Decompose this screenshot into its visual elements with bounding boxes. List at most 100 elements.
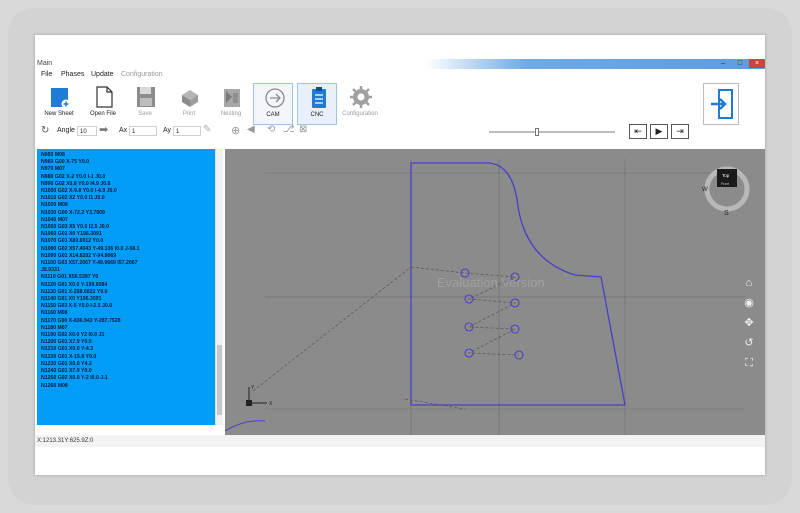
gcode-line: N960 G00 X-75 Y0.0 bbox=[41, 159, 90, 166]
clipboard-icon bbox=[312, 87, 326, 108]
pencil-icon[interactable]: ✎ bbox=[203, 124, 211, 135]
menu-phases[interactable]: Phases bbox=[61, 71, 84, 78]
axis-x-label: X bbox=[269, 401, 273, 407]
adjacent-part-outline bbox=[225, 420, 266, 432]
gcode-line: N970 M07 bbox=[41, 166, 65, 173]
zoom-extents-icon[interactable]: ⛶ bbox=[743, 357, 755, 369]
gcode-line: N1160 M08 bbox=[41, 310, 68, 317]
save-label: Save bbox=[138, 111, 152, 117]
gcode-line: N1010 G02 X2 Y0.0 I1 J0.0 bbox=[41, 195, 105, 202]
ay-input[interactable]: 1 bbox=[173, 126, 201, 136]
cursor-coordinates: X:1213.31Y:625.9Z:0 bbox=[37, 438, 94, 444]
rapid-move-1 bbox=[252, 266, 412, 392]
play-icon[interactable]: ▶ bbox=[650, 124, 668, 139]
angle-input[interactable]: 10 bbox=[77, 126, 97, 136]
evaluation-watermark: Evaluation Version bbox=[437, 275, 545, 290]
print-button[interactable]: Print bbox=[169, 83, 209, 125]
compass-west-label: W bbox=[702, 187, 708, 193]
gcode-line: N1050 G03 X5 Y0.0 I2.5 J0.0 bbox=[41, 224, 109, 231]
speed-slider-thumb[interactable] bbox=[535, 128, 540, 136]
gcode-panel[interactable]: N950 M08 N960 G00 X-75 Y0.0 N970 M07 N980 G… bbox=[37, 149, 217, 425]
rapid-move-2 bbox=[404, 398, 466, 410]
drawing-svg: Y X Evaluation Version Top Front W S bbox=[225, 159, 750, 435]
open-file-button[interactable]: Open File bbox=[83, 83, 123, 125]
angle-label: Angle bbox=[57, 127, 75, 134]
gcode-line: N1170 G00 X-836.943 Y-287.7528 bbox=[41, 317, 121, 324]
transform-toolbar: ↻ Angle 10 ➡ Ax 1 Ay 1 ✎ ⊕ ◀ ⟲ ⎇ ⊠ ⇤ ▶ ⇥ bbox=[35, 123, 765, 141]
triangle-left-icon[interactable]: ◀ bbox=[247, 124, 255, 135]
print-label: Print bbox=[182, 111, 196, 117]
ax-label: Ax bbox=[119, 127, 128, 134]
arrow-circle-icon bbox=[265, 88, 285, 108]
document-icon bbox=[96, 86, 113, 108]
arrow-right-icon[interactable]: ➡ bbox=[99, 123, 108, 136]
open-file-label: Open File bbox=[89, 111, 116, 117]
gcode-line: N1150 G03 X-5 Y0.0 I-2.5 J0.0 bbox=[41, 303, 113, 310]
gcode-line: N1210 G01 X0.0 Y-4.3 bbox=[41, 346, 94, 353]
gcode-scrollbar-thumb[interactable] bbox=[217, 345, 222, 415]
printer-icon bbox=[182, 90, 198, 107]
gcode-line: N1070 G01 X80.6912 Y0.0 bbox=[41, 238, 104, 245]
gear-icon bbox=[350, 86, 372, 108]
ax-input[interactable]: 1 bbox=[129, 126, 157, 136]
gcode-scrollbar[interactable] bbox=[215, 149, 223, 425]
gcode-line: N1200 G01 X7.9 Y0.0 bbox=[41, 339, 92, 346]
rewind-icon[interactable]: ⇤ bbox=[629, 124, 647, 139]
gcode-line: N950 M08 bbox=[41, 152, 65, 158]
gcode-line: N1260 M08 bbox=[41, 382, 68, 389]
gcode-line: N1040 M07 bbox=[41, 216, 68, 223]
gcode-line: N990 G02 X0.8 Y0.0 I4.9 J0.0 bbox=[41, 180, 111, 187]
gcode-line: J8.9331 bbox=[41, 267, 60, 274]
title-bar: Main – □ × bbox=[35, 35, 765, 69]
gcode-line: N1220 G01 X-15.8 Y0.0 bbox=[41, 353, 97, 360]
gcode-listing: N950 M08 N960 G00 X-75 Y0.0 N970 M07 N980 G… bbox=[41, 152, 199, 390]
menu-update[interactable]: Update bbox=[91, 71, 114, 78]
menu-configuration[interactable]: Configuration bbox=[121, 71, 163, 78]
cad-viewport[interactable]: Y X Evaluation Version Top Front W S ⌂ ◉… bbox=[225, 149, 765, 435]
cam-label: CAM bbox=[266, 112, 280, 118]
rotate-shape-icon[interactable]: ⟲ bbox=[267, 124, 275, 135]
exit-button[interactable] bbox=[703, 83, 739, 125]
exit-door-icon bbox=[711, 89, 733, 119]
gcode-line: N1130 G01 X-288.6822 Y0.0 bbox=[41, 288, 108, 295]
rotate-view-icon[interactable]: ↺ bbox=[743, 337, 755, 349]
new-sheet-icon bbox=[51, 88, 71, 109]
menu-file[interactable]: File bbox=[41, 71, 52, 78]
scale-icon[interactable]: ⊠ bbox=[299, 124, 307, 135]
home-view-icon[interactable]: ⌂ bbox=[743, 277, 755, 289]
speed-slider[interactable] bbox=[489, 128, 615, 136]
gcode-line: N1100 G03 X57.2067 Y-49.9669 I57.2067 bbox=[41, 260, 138, 267]
nesting-button[interactable]: Nesting bbox=[211, 83, 251, 125]
gcode-line: N1120 G01 X0.0 Y-199.6084 bbox=[41, 281, 108, 288]
view-cube-icon: Top Front W S bbox=[702, 166, 750, 217]
floppy-disk-icon bbox=[137, 87, 155, 107]
view-cube-top-label: Top bbox=[722, 173, 730, 178]
new-sheet-button[interactable]: New Sheet bbox=[39, 83, 79, 125]
save-button[interactable]: Save bbox=[125, 83, 165, 125]
cam-button[interactable]: CAM bbox=[253, 83, 293, 125]
new-sheet-label: New Sheet bbox=[44, 111, 74, 117]
ay-label: Ay bbox=[163, 127, 172, 134]
nesting-label: Nesting bbox=[220, 111, 242, 117]
forward-end-icon[interactable]: ⇥ bbox=[671, 124, 689, 139]
gcode-line: N1020 M08 bbox=[41, 202, 68, 209]
gcode-line: N1250 G02 X0.0 Y-2 I0.0 J-1 bbox=[41, 375, 108, 382]
rotate-icon[interactable]: ↻ bbox=[41, 125, 49, 136]
pan-icon[interactable]: ✥ bbox=[743, 317, 755, 329]
gcode-line: N1230 G01 X0.0 Y4.3 bbox=[41, 360, 92, 367]
gcode-line: N1140 G01 X0 Y196.3091 bbox=[41, 296, 102, 303]
configuration-button[interactable]: Configuration bbox=[340, 83, 380, 125]
status-bar: X:1213.31Y:625.9Z:0 bbox=[35, 435, 765, 447]
orbit-icon[interactable]: ◉ bbox=[743, 297, 755, 309]
minimize-button[interactable]: – bbox=[715, 59, 731, 68]
mirror-icon[interactable]: ⎇ bbox=[283, 124, 295, 135]
application-window: Main – □ × File Phases Update Configurat… bbox=[35, 35, 765, 475]
title-bar-highlight bbox=[425, 59, 765, 69]
maximize-button[interactable]: □ bbox=[732, 59, 748, 68]
gcode-line: N1080 G02 X57.4043 Y-49.136 I0.0 J-58.1 bbox=[41, 245, 140, 252]
gcode-line: N1090 G01 X14.8202 Y-94.9069 bbox=[41, 252, 117, 259]
add-circle-icon[interactable]: ⊕ bbox=[231, 124, 240, 137]
cnc-button[interactable]: CNC bbox=[297, 83, 337, 125]
compass-south-label: S bbox=[724, 210, 729, 217]
close-button[interactable]: × bbox=[749, 59, 765, 68]
